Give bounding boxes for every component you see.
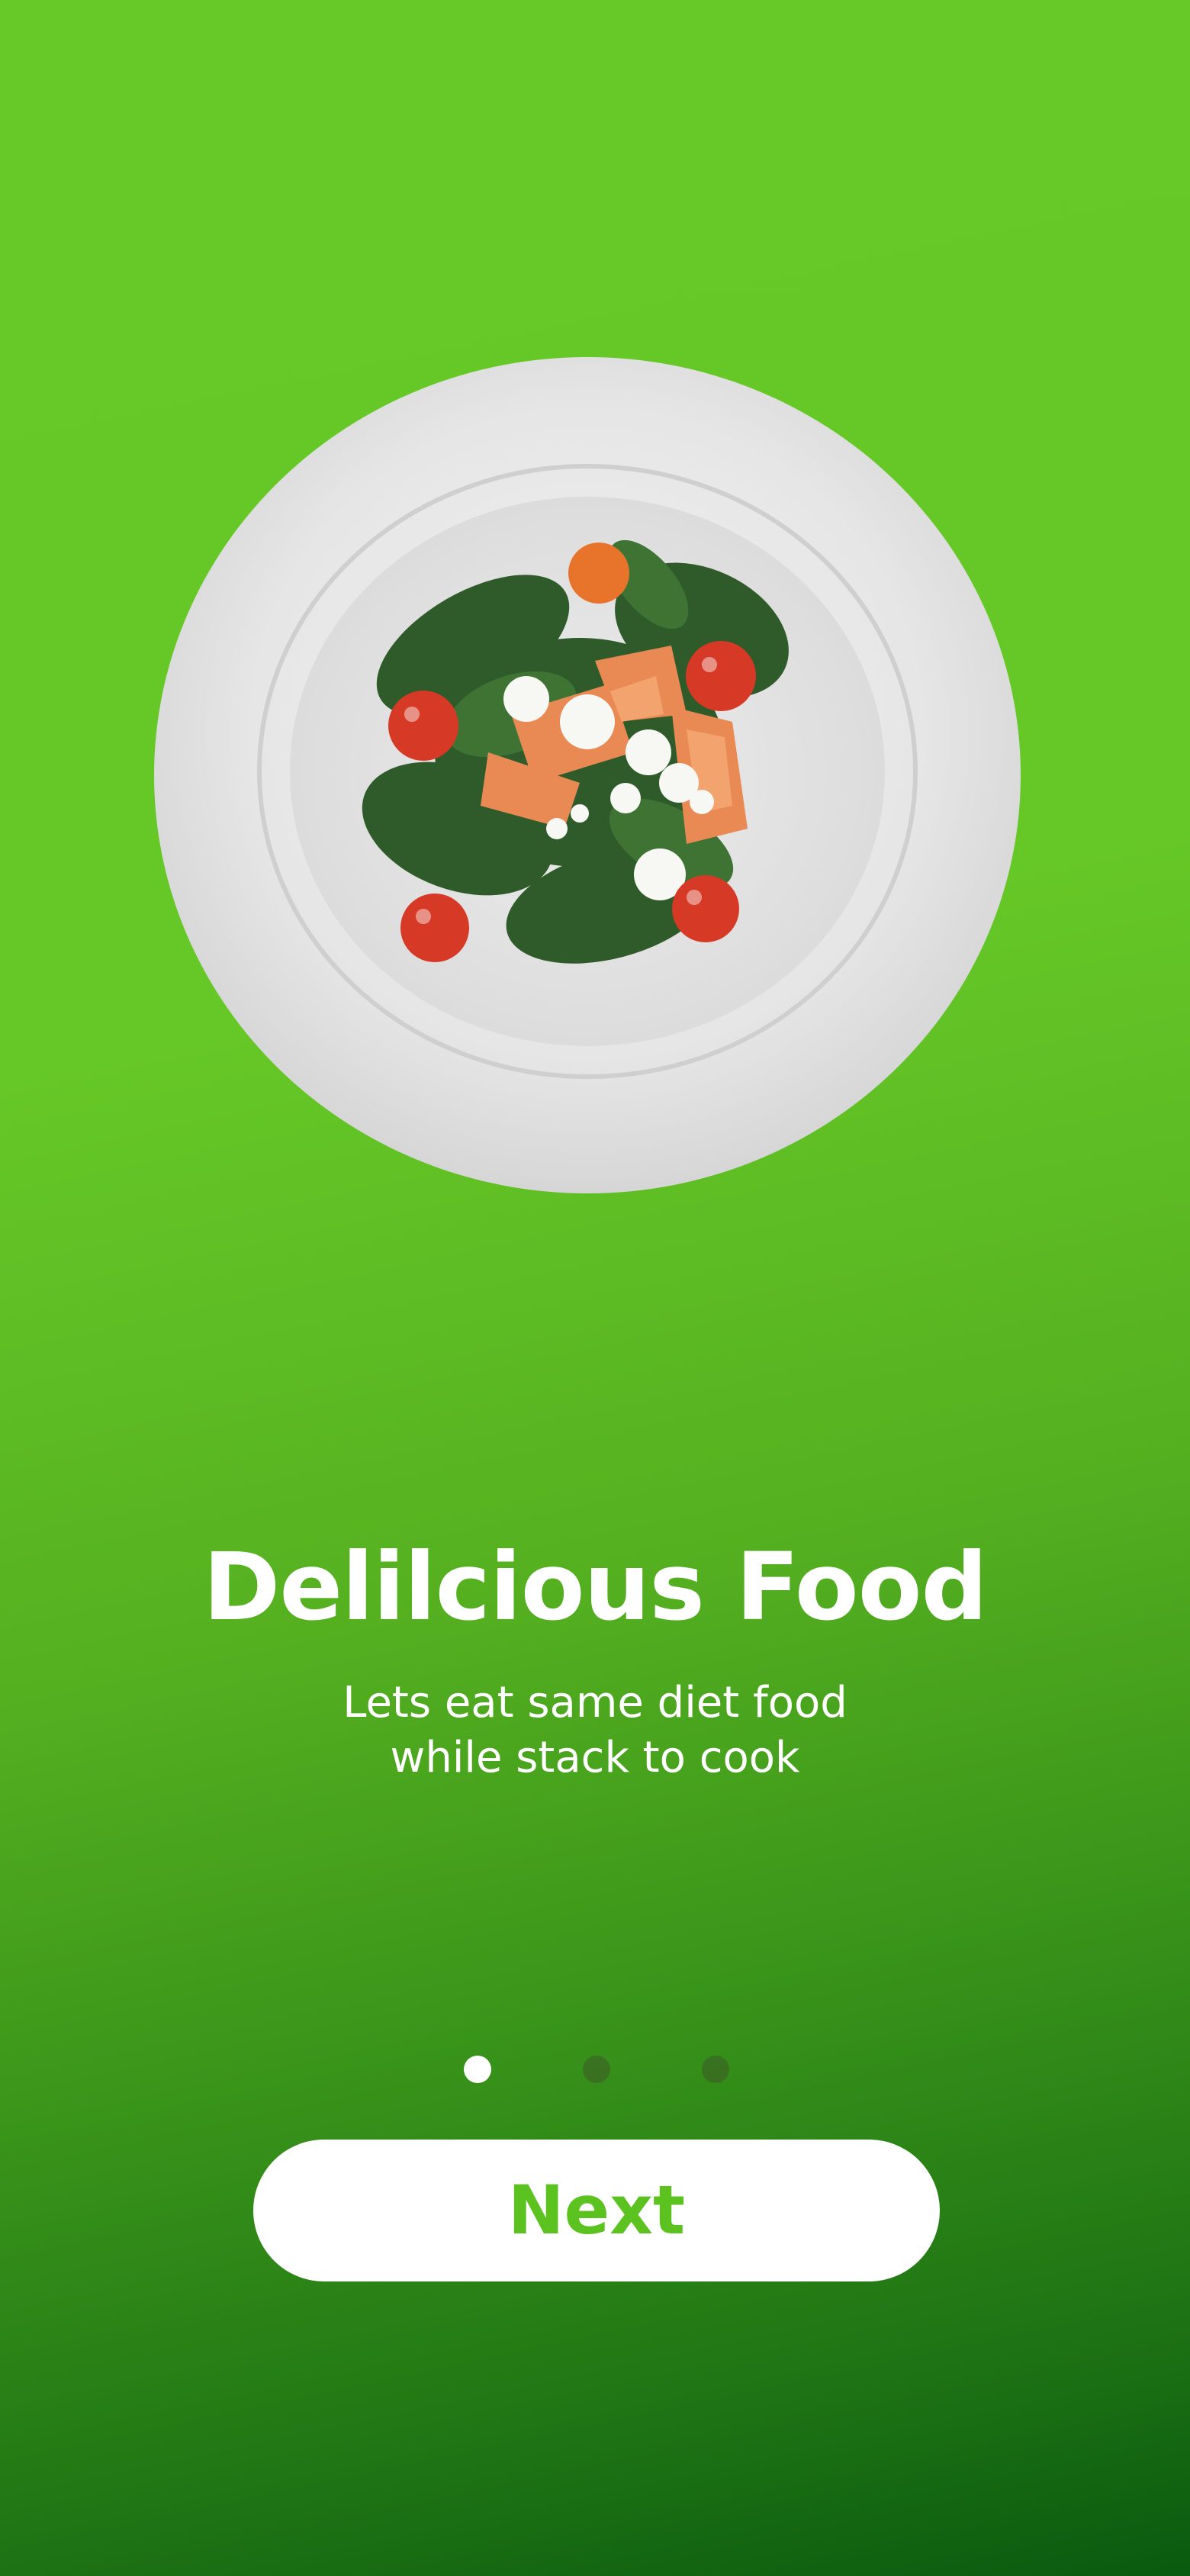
page-dot-1-active[interactable]: [464, 2056, 491, 2083]
page-indicator: [458, 2056, 732, 2086]
page-dot-2[interactable]: [583, 2056, 610, 2083]
salad-plate-image: [153, 356, 1022, 1195]
page-title: Delilcious Food: [203, 1533, 988, 1641]
page-dot-3[interactable]: [702, 2056, 729, 2083]
page-subtitle: Lets eat same diet food while stack to c…: [252, 1676, 938, 1785]
subtitle-line-2: while stack to cook: [390, 1733, 800, 1782]
onboarding-screen: Delilcious Food Lets eat same diet food …: [0, 0, 1190, 2576]
next-button[interactable]: Next: [253, 2140, 940, 2281]
subtitle-line-1: Lets eat same diet food: [343, 1678, 847, 1728]
